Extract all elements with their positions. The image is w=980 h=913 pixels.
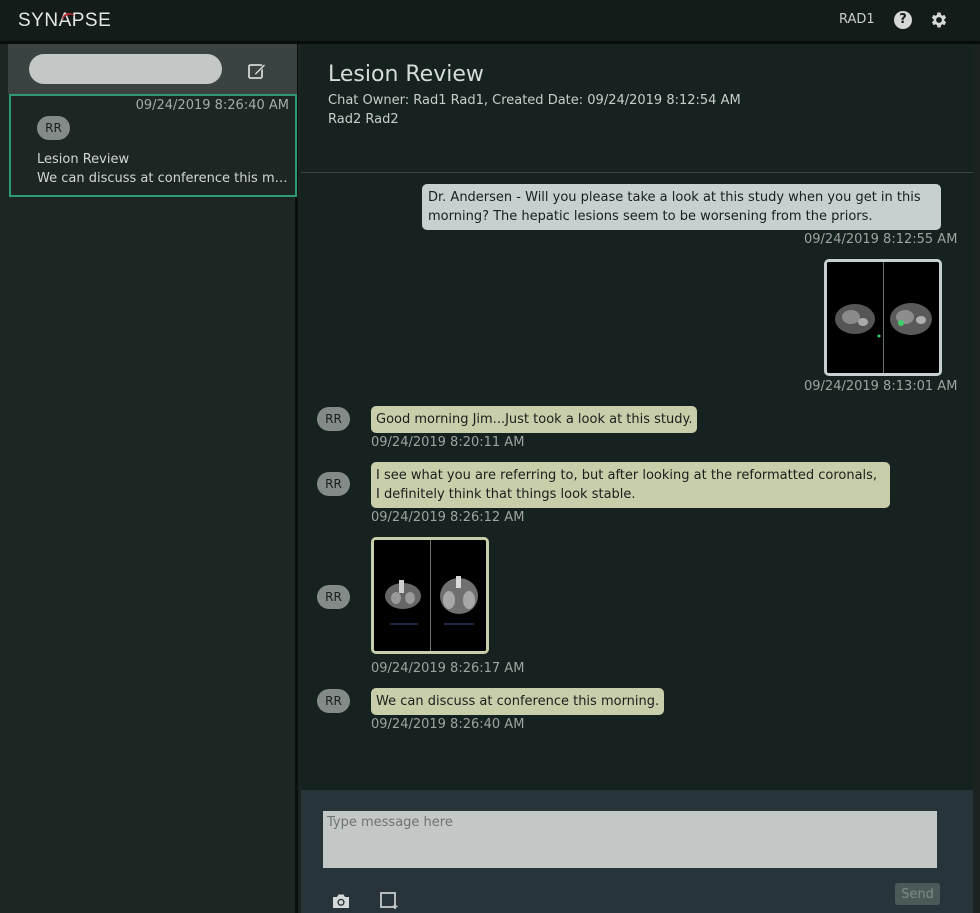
help-icon[interactable]: ? <box>894 11 912 29</box>
camera-icon[interactable] <box>331 892 351 910</box>
avatar: RR <box>37 116 70 140</box>
message-input[interactable] <box>323 811 937 868</box>
page-title: Lesion Review <box>328 62 484 87</box>
chat-participants: Rad2 Rad2 <box>328 112 399 127</box>
chat-header: Lesion Review Chat Owner: Rad1 Rad1, Cre… <box>301 44 973 173</box>
avatar: RR <box>317 585 350 609</box>
gear-icon[interactable] <box>929 10 949 30</box>
message-timestamp: 09/24/2019 8:20:11 AM <box>371 435 525 450</box>
chat-panel: Lesion Review Chat Owner: Rad1 Rad1, Cre… <box>301 44 973 913</box>
message-timestamp: 09/24/2019 8:12:55 AM <box>804 232 958 247</box>
ct-axial-thumbnail[interactable] <box>824 259 942 376</box>
send-button[interactable]: Send <box>895 883 940 905</box>
avatar: RR <box>317 472 350 496</box>
compose-icon[interactable] <box>247 61 267 81</box>
chat-item-title: Lesion Review <box>37 152 130 167</box>
message-bubble-incoming: I see what you are referring to, but aft… <box>371 462 890 508</box>
chat-list-sidebar: 09/24/2019 8:26:40 AM RR Lesion Review W… <box>0 44 298 913</box>
ct-coronal-thumbnail[interactable] <box>371 537 489 654</box>
current-user[interactable]: RAD1 <box>839 12 875 27</box>
message-timestamp: 09/24/2019 8:26:12 AM <box>371 510 525 525</box>
crop-icon[interactable] <box>379 890 399 910</box>
window-edge <box>973 44 980 913</box>
chat-list-item[interactable]: 09/24/2019 8:26:40 AM RR Lesion Review W… <box>9 94 297 197</box>
search-input[interactable] <box>29 54 222 84</box>
message-timestamp: 09/24/2019 8:26:17 AM <box>371 661 525 676</box>
app-logo: SYNAPSE <box>18 10 111 32</box>
thumb-divider <box>883 262 884 373</box>
message-bubble-incoming: We can discuss at conference this mornin… <box>371 688 665 715</box>
chat-meta: Chat Owner: Rad1 Rad1, Created Date: 09/… <box>328 93 741 108</box>
chat-item-preview: We can discuss at conference this mornin… <box>37 171 295 186</box>
sidebar-header <box>8 44 297 94</box>
thumb-divider <box>430 540 431 651</box>
avatar: RR <box>317 689 350 713</box>
avatar: RR <box>317 407 350 431</box>
message-timestamp: 09/24/2019 8:13:01 AM <box>804 379 958 394</box>
message-composer: Send <box>301 790 973 913</box>
top-bar: SYNAPSE RAD1 ? <box>0 0 980 41</box>
message-timestamp: 09/24/2019 8:26:40 AM <box>371 717 525 732</box>
message-bubble-outgoing: Dr. Andersen - Will you please take a lo… <box>422 184 941 230</box>
chat-item-timestamp: 09/24/2019 8:26:40 AM <box>135 98 289 113</box>
message-bubble-incoming: Good morning Jim...Just took a look at t… <box>371 406 698 433</box>
